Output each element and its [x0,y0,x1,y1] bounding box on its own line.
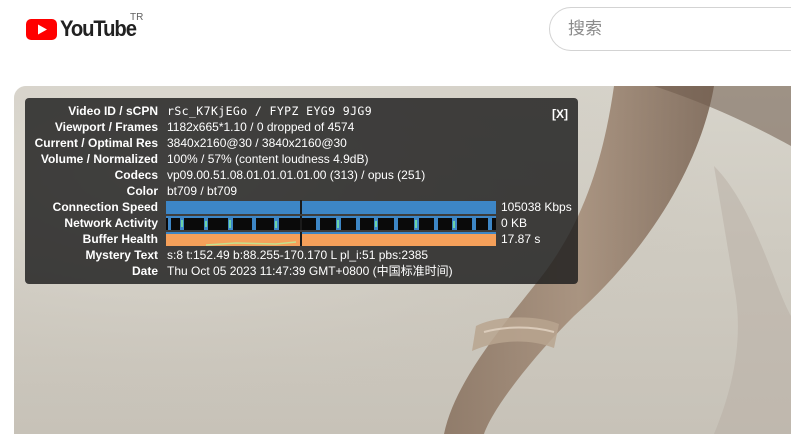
stats-value: rSc_K7KjEGo / FYPZ EYG9 9JG9 [167,104,373,118]
connection-speed-graph [166,200,496,214]
stats-value: 100% / 57% (content loudness 4.9dB) [167,152,369,166]
stats-label: Video ID / sCPN [68,104,158,118]
network-activity-graph [166,216,496,230]
stats-value: bt709 / bt709 [167,184,238,198]
youtube-play-icon [26,18,57,40]
stats-label: Volume / Normalized [40,152,158,166]
stats-value: 1182x665*1.10 / 0 dropped of 4574 [167,120,355,134]
stats-row-resolution: Current / Optimal Res 3840x2160@30 / 384… [25,136,578,151]
stats-label: Connection Speed [52,200,158,214]
stats-label: Viewport / Frames [54,120,158,134]
stats-value: vp09.00.51.08.01.01.01.01.00 (313) / opu… [167,168,426,182]
youtube-logo[interactable]: YouTube [26,14,142,44]
stats-label: Network Activity [64,216,158,230]
network-activity-value: 0 KB [501,216,528,230]
stats-label: Color [126,184,158,198]
stats-value: 3840x2160@30 / 3840x2160@30 [167,136,347,150]
buffer-health-graph [166,232,496,246]
logo-text: YouTube [60,16,137,41]
stats-row-mystery-text: Mystery Text s:8 t:152.49 b:88.255-170.1… [25,248,578,263]
stats-label: Current / Optimal Res [34,136,158,150]
stats-value: s:8 t:152.49 b:88.255-170.170 L pl_i:51 … [167,248,429,262]
stats-label: Mystery Text [85,248,158,262]
stats-row-date: Date Thu Oct 05 2023 11:47:39 GMT+0800 (… [25,264,578,279]
search-box[interactable] [549,7,791,51]
stats-row-network-activity: Network Activity 0 KB [25,216,578,231]
stats-value: Thu Oct 05 2023 11:47:39 GMT+0800 (中国标准时… [167,264,453,278]
stats-label: Buffer Health [82,232,158,246]
buffer-health-value: 17.87 s [501,232,541,246]
stats-row-video-id: Video ID / sCPN rSc_K7KjEGo / FYPZ EYG9 … [25,104,578,119]
country-code: TR [130,12,144,23]
stats-row-codecs: Codecs vp09.00.51.08.01.01.01.01.00 (313… [25,168,578,183]
stats-row-volume: Volume / Normalized 100% / 57% (content … [25,152,578,167]
stats-row-viewport: Viewport / Frames 1182x665*1.10 / 0 drop… [25,120,578,135]
stats-for-nerds-panel: [X] Video ID / sCPN rSc_K7KjEGo / FYPZ E… [25,98,578,284]
stats-label: Date [131,264,158,278]
masthead: YouTube TR [0,0,791,60]
search-input[interactable] [550,8,791,50]
stats-row-connection-speed: Connection Speed 105038 Kbps [25,200,578,215]
stats-row-buffer-health: Buffer Health 17.87 s [25,232,578,247]
stats-row-color: Color bt709 / bt709 [25,184,578,199]
stats-label: Codecs [114,168,158,182]
connection-speed-value: 105038 Kbps [501,200,572,214]
